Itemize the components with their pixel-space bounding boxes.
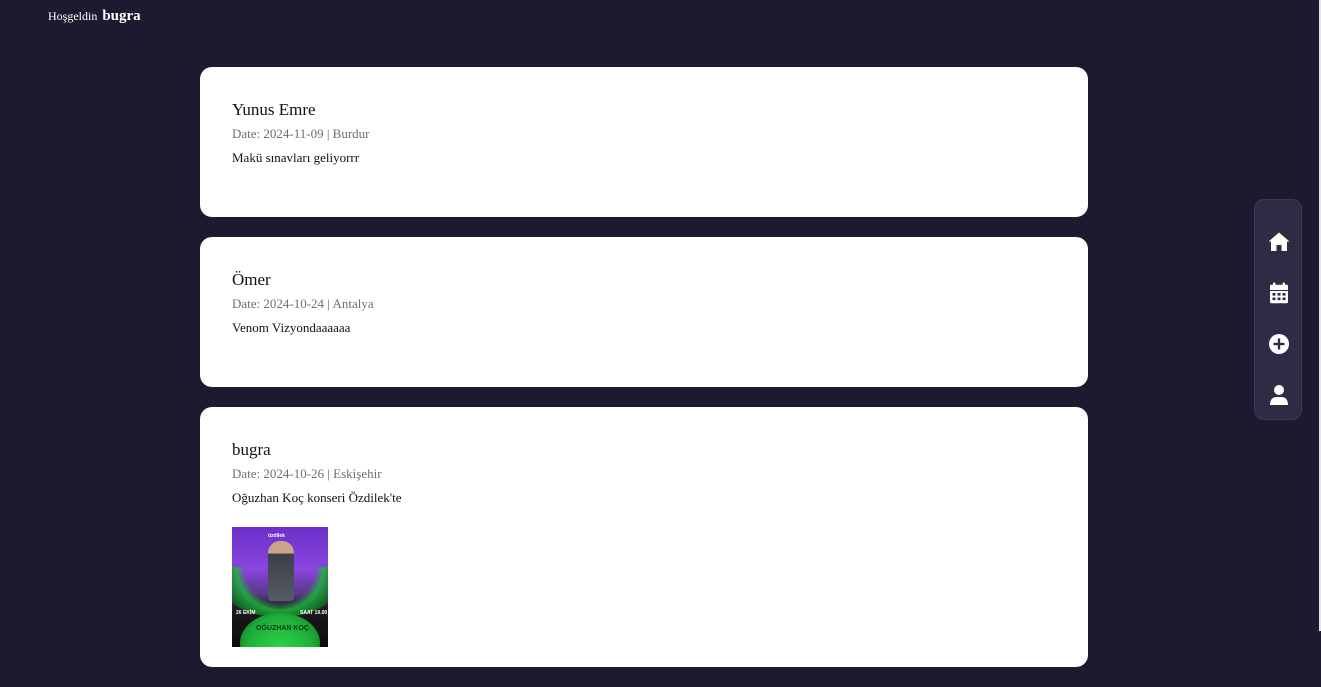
welcome-username: bugra — [102, 8, 141, 24]
post-author: Ömer — [232, 270, 271, 289]
nav-home-button[interactable] — [1267, 230, 1291, 254]
add-circle-icon — [1269, 334, 1289, 354]
welcome-label: Hoşgeldin — [48, 9, 98, 23]
post-meta: Date: 2024-10-24 | Antalya — [232, 296, 374, 311]
post-author: Yunus Emre — [232, 100, 316, 119]
nav-calendar-button[interactable] — [1267, 281, 1291, 305]
post-card[interactable]: bugra Date: 2024-10-26 | Eskişehir Oğuzh… — [200, 407, 1088, 667]
post-content: Oğuzhan Koç konseri Özdilek'te — [232, 490, 402, 505]
post-content: Venom Vizyondaaaaaa — [232, 320, 351, 335]
nav-profile-button[interactable] — [1267, 383, 1291, 407]
post-card[interactable]: Ömer Date: 2024-10-24 | Antalya Venom Vi… — [200, 237, 1088, 387]
calendar-icon — [1270, 282, 1288, 304]
post-card[interactable]: Yunus Emre Date: 2024-11-09 | Burdur Mak… — [200, 67, 1088, 217]
user-icon — [1270, 385, 1288, 405]
side-nav — [1254, 199, 1302, 420]
nav-add-button[interactable] — [1267, 332, 1291, 356]
post-author: bugra — [232, 440, 271, 459]
post-image[interactable]: özdilek 26 EKİM SAAT 19.00 OĞUZHAN KOÇ — [232, 527, 328, 647]
post-content: Makü sınavları geliyorrr — [232, 150, 360, 165]
post-meta: Date: 2024-10-26 | Eskişehir — [232, 466, 382, 481]
poster-singer — [268, 541, 294, 601]
home-icon — [1268, 232, 1290, 251]
poster-date-text: 26 EKİM — [236, 610, 256, 616]
poster-time-text: SAAT 19.00 — [300, 610, 328, 616]
poster-brand-text: özdilek — [268, 533, 285, 539]
post-feed: Yunus Emre Date: 2024-11-09 | Burdur Mak… — [200, 67, 1088, 687]
post-meta: Date: 2024-11-09 | Burdur — [232, 126, 370, 141]
welcome-header: Hoşgeldin bugra — [48, 8, 141, 25]
